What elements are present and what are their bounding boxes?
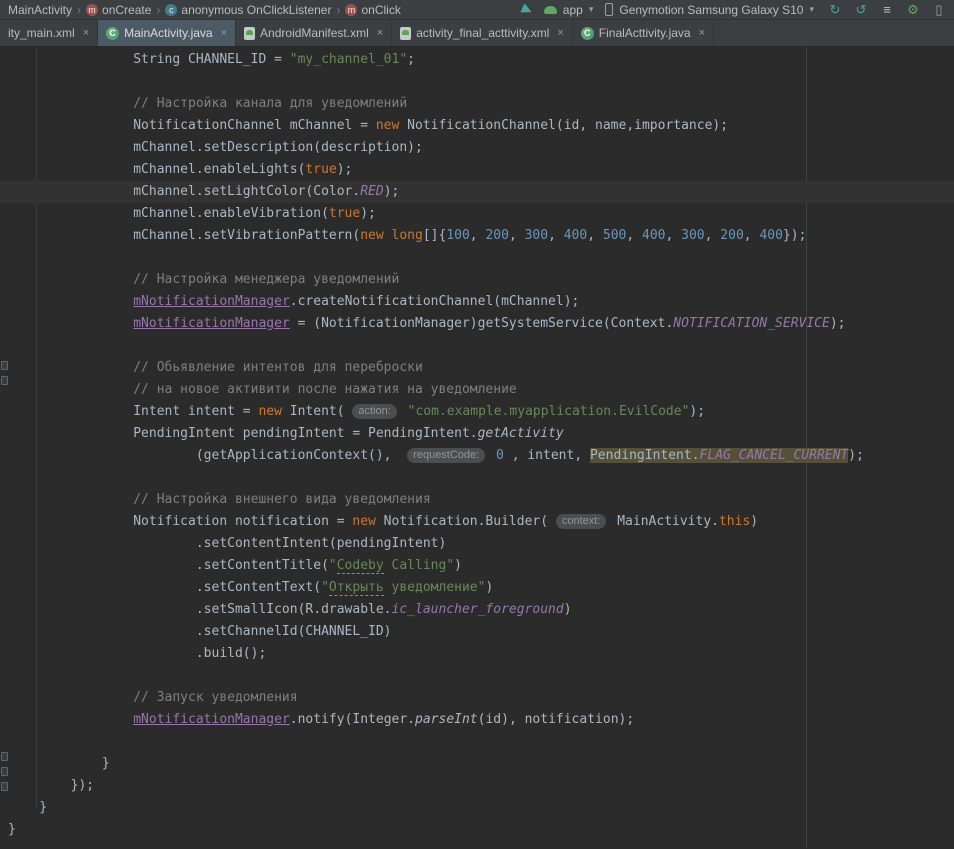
code-line: .setContentText("Открыть уведомление") [0,577,954,599]
code-line: mChannel.enableLights(true); [0,159,954,181]
breadcrumb-label: anonymous OnClickListener [181,3,331,17]
close-tab-icon[interactable]: × [83,27,89,39]
breadcrumb-item[interactable]: c anonymous OnClickListener [163,3,333,17]
code-line: .setSmallIcon(R.drawable.ic_launcher_for… [0,599,954,621]
breadcrumb-separator: › [336,3,340,17]
code-line: // на новое активити после нажатия на ув… [0,379,954,401]
breadcrumb-item[interactable]: m onClick [343,3,402,17]
run-config-selector[interactable]: app ▾ [544,3,594,17]
breadcrumb-label: onClick [361,3,400,17]
java-class-icon: C [106,27,119,40]
editor-tab[interactable]: ity_main.xml × [0,20,98,46]
code-line: .setChannelId(CHANNEL_ID) [0,621,954,643]
editor-tab[interactable]: AndroidManifest.xml × [236,20,392,46]
parameter-hint-inlay: action: [352,404,396,419]
code-line: mNotificationManager.createNotificationC… [0,291,954,313]
chevron-down-icon: ▾ [589,4,594,15]
code-line: }); [0,775,954,797]
code-line: // Обьявление интентов для переброски [0,357,954,379]
code-line: } [0,819,954,841]
tab-label: MainActivity.java [124,26,212,40]
code-line: NotificationChannel mChannel = new Notif… [0,115,954,137]
code-line: .build(); [0,643,954,665]
close-tab-icon[interactable]: × [221,27,227,39]
java-class-icon: C [581,27,594,40]
method-icon: m [345,4,357,16]
breadcrumb-label: MainActivity [8,3,72,17]
apply-code-changes-icon[interactable]: ↺ [852,2,870,18]
code-line: // Настройка внешнего вида уведомления [0,489,954,511]
code-line [0,467,954,489]
code-line: mChannel.setLightColor(Color.RED); [0,181,954,203]
editor-tab[interactable]: activity_final_acttivity.xml × [392,20,573,46]
code-area: String CHANNEL_ID = "my_channel_01"; // … [0,49,954,841]
close-tab-icon[interactable]: × [699,27,705,39]
breadcrumb-bar: MainActivity › m onCreate › c anonymous OnClic… [6,3,403,17]
tab-label: AndroidManifest.xml [260,26,369,40]
breadcrumb-item[interactable]: MainActivity [6,3,74,17]
code-line: .setContentIntent(pendingIntent) [0,533,954,555]
code-line: mNotificationManager.notify(Integer.pars… [0,709,954,731]
code-line: (getApplicationContext(), requestCode: 0… [0,445,954,467]
breadcrumb-separator: › [77,3,81,17]
cursor-arrow-icon[interactable] [520,3,533,16]
tab-label: activity_final_acttivity.xml [416,26,549,40]
code-line [0,247,954,269]
code-line: mChannel.enableVibration(true); [0,203,954,225]
main-toolbar: MainActivity › m onCreate › c anonymous OnClic… [0,0,954,20]
parameter-hint-inlay: context: [556,514,607,529]
android-icon [544,6,557,14]
device-selector[interactable]: Genymotion Samsung Galaxy S10 ▾ [605,3,814,17]
code-line: mChannel.setDescription(description); [0,137,954,159]
code-line [0,71,954,93]
phone-icon [605,3,613,16]
close-tab-icon[interactable]: × [377,27,383,39]
parameter-hint-inlay: requestCode: [407,448,485,463]
edit-configurations-icon[interactable]: ≡ [878,2,896,17]
editor-tabbar: ity_main.xml×CMainActivity.java×AndroidM… [0,20,954,47]
run-config-label: app [563,3,583,17]
editor[interactable]: String CHANNEL_ID = "my_channel_01"; // … [0,47,954,848]
editor-tab[interactable]: C MainActivity.java × [98,20,236,46]
android-file-icon [244,27,255,40]
sync-project-icon[interactable]: ⚙ [904,2,922,18]
android-file-icon [400,27,411,40]
toolbar-right: app ▾ Genymotion Samsung Galaxy S10 ▾ ↻ ↺… [522,2,948,18]
code-line: .setContentTitle("Codeby Calling") [0,555,954,577]
anonymous-class-icon: c [165,4,177,16]
code-line: // Запуск уведомления [0,687,954,709]
code-line: Notification notification = new Notifica… [0,511,954,533]
device-label: Genymotion Samsung Galaxy S10 [619,3,803,17]
chevron-down-icon: ▾ [809,4,814,15]
code-line: // Настройка менеджера уведомлений [0,269,954,291]
code-line: mNotificationManager = (NotificationMana… [0,313,954,335]
method-icon: m [86,4,98,16]
breadcrumb-item[interactable]: m onCreate [84,3,153,17]
tab-label: ity_main.xml [8,26,75,40]
code-line: String CHANNEL_ID = "my_channel_01"; [0,49,954,71]
code-line [0,335,954,357]
close-tab-icon[interactable]: × [557,27,563,39]
code-line [0,731,954,753]
breadcrumb-separator: › [156,3,160,17]
tab-label: FinalActtivity.java [599,26,691,40]
code-line: } [0,753,954,775]
code-line: Intent intent = new Intent( action: "com… [0,401,954,423]
code-line: } [0,797,954,819]
device-manager-icon[interactable]: ▯ [930,2,948,18]
code-line: PendingIntent pendingIntent = PendingInt… [0,423,954,445]
toolbar-actions: ↻ ↺ ≡ ⚙ ▯ [826,2,948,18]
code-line: mChannel.setVibrationPattern(new long[]{… [0,225,954,247]
code-line: // Настройка канала для уведомлений [0,93,954,115]
apply-changes-icon[interactable]: ↻ [826,2,844,18]
editor-tab[interactable]: C FinalActtivity.java × [573,20,714,46]
code-line [0,665,954,687]
breadcrumb-label: onCreate [102,3,151,17]
